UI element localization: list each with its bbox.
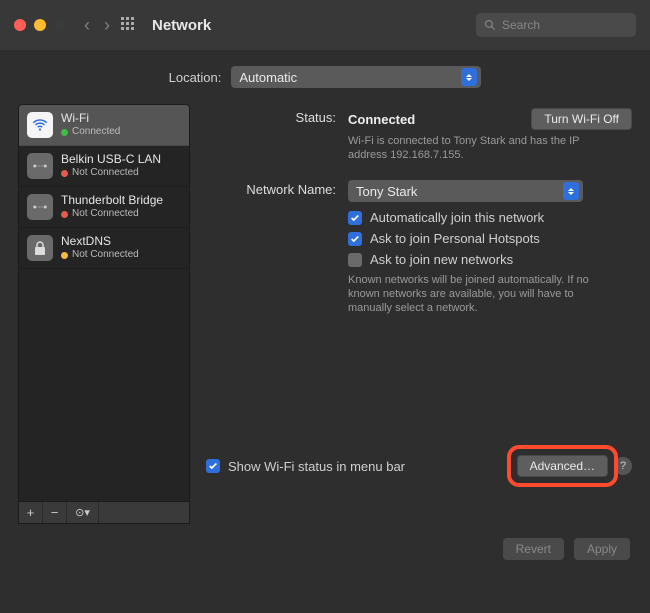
detail-panel: Status: Connected Turn Wi-Fi Off Wi-Fi i…: [190, 104, 632, 502]
service-thunderbolt-bridge[interactable]: Thunderbolt Bridge Not Connected: [19, 187, 189, 228]
hotspots-checkbox[interactable]: Ask to join Personal Hotspots: [348, 231, 632, 246]
status-dot-icon: [61, 211, 68, 218]
lock-icon: [27, 235, 53, 261]
location-label: Location:: [169, 70, 222, 85]
new-networks-checkbox[interactable]: Ask to join new networks: [348, 252, 632, 267]
ethernet-icon: [27, 194, 53, 220]
service-actions-menu[interactable]: ⊙▾: [67, 502, 99, 523]
service-status: Not Connected: [72, 166, 139, 180]
checkbox-label: Ask to join Personal Hotspots: [370, 231, 540, 246]
minimize-window-button[interactable]: [34, 19, 46, 31]
close-window-button[interactable]: [14, 19, 26, 31]
network-name-select[interactable]: Tony Stark: [348, 180, 583, 202]
checkbox-icon: [206, 459, 220, 473]
chevron-updown-icon: [461, 68, 477, 86]
search-placeholder: Search: [502, 18, 540, 32]
service-status: Connected: [72, 125, 120, 139]
wifi-toggle-button[interactable]: Turn Wi-Fi Off: [531, 108, 632, 130]
sidebar-controls: + − ⊙▾: [18, 502, 190, 524]
service-nextdns[interactable]: NextDNS Not Connected: [19, 228, 189, 269]
status-label: Status:: [206, 108, 336, 125]
checkbox-label: Ask to join new networks: [370, 252, 513, 267]
chevron-updown-icon: [563, 182, 579, 200]
location-row: Location: Automatic: [0, 50, 650, 100]
search-icon: [484, 19, 496, 31]
options-hint: Known networks will be joined automatica…: [348, 273, 608, 315]
window-title: Network: [152, 17, 211, 34]
service-name: Belkin USB-C LAN: [61, 152, 161, 166]
revert-button[interactable]: Revert: [503, 538, 564, 560]
traffic-lights: [14, 19, 66, 31]
network-name-label: Network Name:: [206, 180, 336, 197]
service-name: Wi-Fi: [61, 111, 120, 125]
service-name: NextDNS: [61, 234, 139, 248]
status-dot-icon: [61, 170, 68, 177]
menubar-checkbox[interactable]: Show Wi-Fi status in menu bar: [206, 459, 405, 474]
advanced-button[interactable]: Advanced…: [517, 455, 608, 477]
service-belkin-lan[interactable]: Belkin USB-C LAN Not Connected: [19, 146, 189, 187]
network-name-value: Tony Stark: [356, 184, 417, 199]
service-status: Not Connected: [72, 248, 139, 262]
service-status: Not Connected: [72, 207, 139, 221]
nav-controls: ‹ ›: [84, 15, 110, 36]
service-name: Thunderbolt Bridge: [61, 193, 163, 207]
location-value: Automatic: [239, 70, 297, 85]
apply-button[interactable]: Apply: [574, 538, 630, 560]
titlebar: ‹ › Network Search: [0, 0, 650, 50]
services-sidebar: Wi-Fi Connected Belkin USB-C LAN Not Con…: [18, 104, 190, 502]
status-dot-icon: [61, 129, 68, 136]
checkbox-icon: [348, 211, 362, 225]
checkbox-label: Show Wi-Fi status in menu bar: [228, 459, 405, 474]
ethernet-icon: [27, 153, 53, 179]
service-wifi[interactable]: Wi-Fi Connected: [19, 105, 189, 146]
back-button[interactable]: ‹: [84, 15, 90, 36]
checkbox-icon: [348, 232, 362, 246]
add-service-button[interactable]: +: [19, 502, 43, 523]
auto-join-checkbox[interactable]: Automatically join this network: [348, 210, 632, 225]
forward-button[interactable]: ›: [104, 15, 110, 36]
remove-service-button[interactable]: −: [43, 502, 67, 523]
status-value: Connected: [348, 112, 415, 127]
location-select[interactable]: Automatic: [231, 66, 481, 88]
checkbox-icon: [348, 253, 362, 267]
help-button[interactable]: ?: [614, 457, 632, 475]
status-detail: Wi-Fi is connected to Tony Stark and has…: [348, 134, 598, 162]
checkbox-label: Automatically join this network: [370, 210, 544, 225]
zoom-window-button[interactable]: [54, 19, 66, 31]
show-all-prefs-button[interactable]: [120, 16, 136, 35]
status-dot-icon: [61, 252, 68, 259]
search-field[interactable]: Search: [476, 13, 636, 37]
wifi-icon: [27, 112, 53, 138]
